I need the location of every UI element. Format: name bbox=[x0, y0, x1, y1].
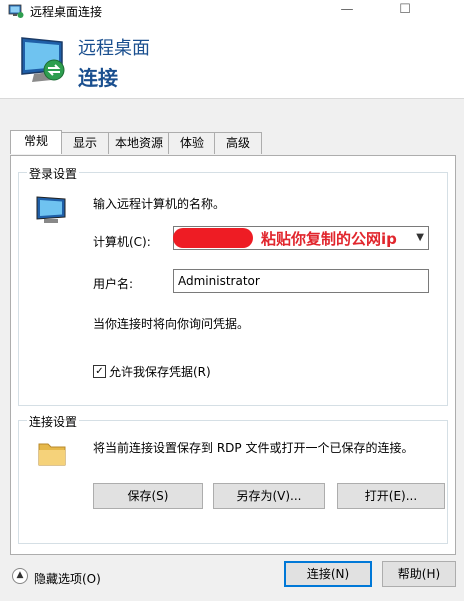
banner-title-line1: 远程桌面 bbox=[78, 38, 150, 59]
tab-general[interactable]: 常规 bbox=[10, 130, 62, 154]
open-button[interactable]: 打开(E)... bbox=[337, 483, 445, 509]
title-bar: 远程桌面连接 — ☐ bbox=[0, 0, 464, 22]
connection-settings-title: 连接设置 bbox=[27, 413, 80, 430]
save-as-button[interactable]: 另存为(V)... bbox=[213, 483, 325, 509]
header-banner: 远程桌面 连接 bbox=[0, 22, 464, 98]
save-credentials-checkbox[interactable]: ✓ bbox=[93, 365, 106, 378]
dialog-body: 常规 显示 本地资源 体验 高级 登录设置 输入远程计算机的名称。 计算机(C)… bbox=[0, 98, 464, 601]
minimize-button[interactable]: — bbox=[324, 0, 370, 22]
computer-label: 计算机(C): bbox=[93, 235, 151, 249]
connect-button[interactable]: 连接(N) bbox=[284, 561, 372, 587]
banner-title-line2: 连接 bbox=[78, 66, 118, 90]
remote-desktop-logo-icon bbox=[21, 37, 65, 82]
remote-desktop-app-icon bbox=[8, 4, 24, 18]
credential-note: 当你连接时将向你询问凭据。 bbox=[93, 317, 250, 331]
hide-options-icon[interactable]: ▲ bbox=[12, 568, 28, 584]
tab-display[interactable]: 显示 bbox=[60, 132, 110, 154]
tab-local-resources[interactable]: 本地资源 bbox=[108, 132, 170, 154]
login-settings-title: 登录设置 bbox=[27, 165, 80, 182]
ip-annotation: 粘贴你复制的公网ip bbox=[261, 230, 397, 248]
connection-settings-group: 连接设置 将当前连接设置保存到 RDP 文件或打开一个已保存的连接。 保存(S)… bbox=[18, 413, 448, 544]
hide-options-label[interactable]: 隐藏选项(O) bbox=[34, 570, 101, 587]
username-label: 用户名: bbox=[93, 277, 134, 291]
help-button[interactable]: 帮助(H) bbox=[382, 561, 456, 587]
save-credentials-label[interactable]: 允许我保存凭据(R) bbox=[109, 363, 211, 380]
tab-panel-general: 登录设置 输入远程计算机的名称。 计算机(C): ▼ 粘贴你复制的公网ip 用户… bbox=[10, 155, 456, 555]
chevron-down-icon[interactable]: ▼ bbox=[416, 227, 424, 249]
folder-icon bbox=[38, 443, 66, 466]
tab-advanced[interactable]: 高级 bbox=[214, 132, 262, 154]
username-field[interactable]: Administrator bbox=[173, 269, 429, 293]
save-button[interactable]: 保存(S) bbox=[93, 483, 203, 509]
redaction-mark bbox=[173, 228, 253, 248]
connection-description: 将当前连接设置保存到 RDP 文件或打开一个已保存的连接。 bbox=[93, 441, 414, 455]
computer-icon bbox=[36, 196, 66, 223]
computer-name-prompt: 输入远程计算机的名称。 bbox=[93, 197, 226, 211]
login-settings-group: 登录设置 输入远程计算机的名称。 计算机(C): ▼ 粘贴你复制的公网ip 用户… bbox=[18, 165, 448, 406]
maximize-button[interactable]: ☐ bbox=[382, 0, 428, 22]
tab-experience[interactable]: 体验 bbox=[168, 132, 216, 154]
window-title: 远程桌面连接 bbox=[30, 5, 103, 19]
